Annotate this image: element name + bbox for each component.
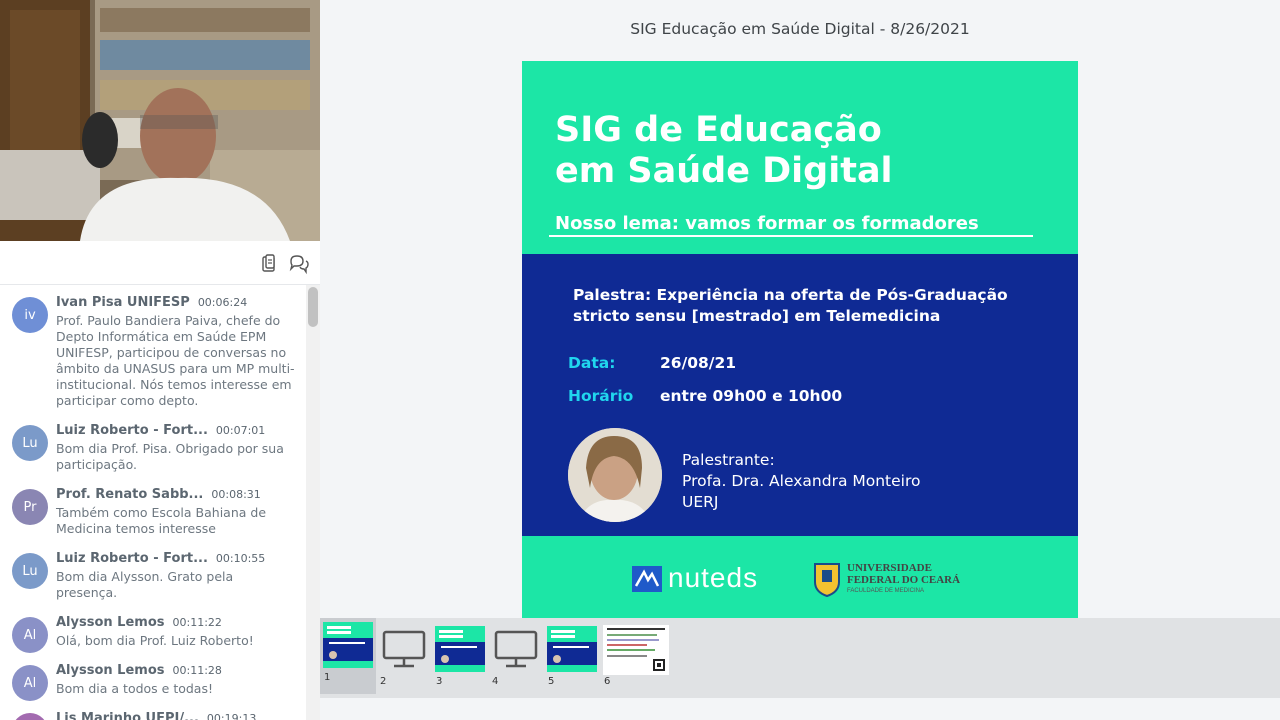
speaker-name: Profa. Dra. Alexandra Monteiro — [682, 472, 921, 490]
chat-timestamp: 00:19:13 — [206, 712, 257, 720]
chat-bubbles-icon[interactable] — [288, 253, 310, 275]
chat-message-header: Luiz Roberto - Fort... 00:10:55 — [56, 551, 298, 569]
chat-sender-name: Luiz Roberto - Fort... — [56, 551, 208, 566]
chat-sender-name: Alysson Lemos — [56, 663, 165, 678]
chat-message-text: Olá, bom dia Prof. Luiz Roberto! — [56, 633, 254, 648]
meeting-app: iv Ivan Pisa UNIFESP 00:06:24 Prof. Paulo B… — [0, 0, 1280, 720]
avatar: Pr — [12, 489, 48, 525]
slide-time-value: entre 09h00 e 10h00 — [660, 387, 843, 405]
chat-message-text: Bom dia Prof. Pisa. Obrigado por sua par… — [56, 441, 284, 472]
slide-palestra-line2: stricto sensu [mestrado] em Telemedicina — [573, 307, 941, 325]
slide-lema: Nosso lema: vamos formar os formadores — [549, 211, 1033, 237]
video-frame-image — [0, 0, 320, 241]
chat-sender-name: Ivan Pisa UNIFESP — [56, 295, 190, 310]
chat-message-text: Também como Escola Bahiana de Medicina t… — [56, 505, 267, 536]
participant-video[interactable] — [0, 0, 320, 241]
chat-message-header: Luiz Roberto - Fort... 00:07:01 — [56, 423, 298, 441]
slide-thumbnail-5[interactable]: 5 — [544, 622, 600, 687]
thumbnail-image — [603, 625, 669, 675]
slide-title-line1: SIG de Educação — [555, 110, 882, 150]
monitor-icon — [491, 626, 541, 672]
chat-message-text: Prof. Paulo Bandiera Paiva, chefe do Dep… — [56, 313, 295, 408]
chat-message-header: Prof. Renato Sabb... 00:08:31 — [56, 487, 298, 505]
slide-date-value: 26/08/21 — [660, 354, 737, 372]
avatar: Lu — [12, 425, 48, 461]
speaker-photo — [568, 428, 662, 522]
chat-message: Al Alysson Lemos 00:11:22 Olá, bom dia Prof… — [0, 605, 306, 653]
left-panel: iv Ivan Pisa UNIFESP 00:06:24 Prof. Paulo B… — [0, 0, 320, 720]
avatar: iv — [12, 297, 48, 333]
slide-time-label: Horário — [568, 387, 634, 405]
chat-message-header: Lis Marinho UFPI/... 00:19:13 — [56, 711, 298, 720]
avatar: Lu — [12, 553, 48, 589]
chat-timestamp: 00:10:55 — [215, 552, 266, 565]
slide-thumbnail-number: 1 — [324, 672, 331, 683]
monitor-icon — [379, 626, 429, 672]
presentation-slide: SIG de Educação em Saúde Digital Nosso l… — [522, 61, 1078, 618]
clipboard-icon[interactable] — [258, 253, 280, 275]
chat-message: Lu Luiz Roberto - Fort... 00:10:55 Bom dia … — [0, 541, 306, 605]
ufc-logo-line3: FACULDADE DE MEDICINA — [847, 588, 925, 594]
chat-message-list[interactable]: iv Ivan Pisa UNIFESP 00:06:24 Prof. Paulo B… — [0, 285, 306, 720]
chat-sender-name: Luiz Roberto - Fort... — [56, 423, 208, 438]
slide-thumbnail-number: 3 — [436, 676, 443, 687]
chat-timestamp: 00:06:24 — [197, 296, 248, 309]
ufc-logo-line2: FEDERAL DO CEARÁ — [847, 574, 961, 586]
chat-timestamp: 00:07:01 — [215, 424, 266, 437]
nuteds-logo-text: nuteds — [668, 562, 759, 593]
chat-message-header: Alysson Lemos 00:11:28 — [56, 663, 298, 681]
slide-thumbnail-1[interactable]: 1 — [320, 618, 376, 694]
thumbnail-image — [435, 626, 485, 672]
chat-message: Al Alysson Lemos 00:11:28 Bom dia a todos e… — [0, 653, 306, 701]
chat-sender-name: Alysson Lemos — [56, 615, 165, 630]
ufc-logo-line1: UNIVERSIDADE — [847, 562, 932, 574]
speaker-label: Palestrante: — [682, 451, 775, 469]
ufc-crest-icon — [812, 560, 842, 598]
chat-message: Li Lis Marinho UFPI/... 00:19:13 — [0, 701, 306, 720]
thumbnail-image — [547, 626, 597, 672]
thumbnail-image — [323, 622, 373, 668]
slide-thumbnail-4[interactable]: 4 — [488, 622, 544, 687]
slide-thumbnail-number: 2 — [380, 676, 387, 687]
slide-thumbnail-6[interactable]: 6 — [600, 622, 669, 687]
slide-footer-band: nuteds UNIVERSIDADE FEDERAL DO CEARÁ FAC… — [522, 536, 1078, 618]
slide-details-band: Palestra: Experiência na oferta de Pós-G… — [522, 254, 1078, 536]
chat-message-header: Ivan Pisa UNIFESP 00:06:24 — [56, 295, 298, 313]
slide-lema-text: Nosso lema: vamos formar os formadores — [555, 213, 979, 234]
slide-palestra-line1: Palestra: Experiência na oferta de Pós-G… — [573, 286, 1008, 304]
avatar: Li — [12, 713, 48, 720]
slide-date-label: Data: — [568, 354, 616, 372]
chat-message-header: Alysson Lemos 00:11:22 — [56, 615, 298, 633]
chat-sender-name: Lis Marinho UFPI/... — [56, 711, 199, 720]
presentation-title: SIG Educação em Saúde Digital - 8/26/202… — [630, 20, 970, 38]
chat-message: Lu Luiz Roberto - Fort... 00:07:01 Bom dia … — [0, 413, 306, 477]
chat-toolbar — [0, 241, 320, 285]
chat-message-text: Bom dia Alysson. Grato pela presença. — [56, 569, 234, 600]
chat-scrollbar-thumb[interactable] — [308, 287, 318, 327]
avatar: Al — [12, 665, 48, 701]
slide-thumbnail-number: 4 — [492, 676, 499, 687]
avatar: Al — [12, 617, 48, 653]
chat-timestamp: 00:11:28 — [172, 664, 222, 677]
slide-title-line2: em Saúde Digital — [555, 151, 893, 191]
speaker-institution: UERJ — [682, 493, 719, 511]
chat-timestamp: 00:11:22 — [172, 616, 222, 629]
chat-message-text: Bom dia a todos e todas! — [56, 681, 213, 696]
chat-message: Pr Prof. Renato Sabb... 00:08:31 Também com… — [0, 477, 306, 541]
slide-thumbnail-2[interactable]: 2 — [376, 622, 432, 687]
chat-timestamp: 00:08:31 — [211, 488, 261, 501]
slide-thumbnail-bar: 1 2 3 4 5 6 — [320, 618, 1280, 698]
slide-thumbnail-number: 5 — [548, 676, 555, 687]
nuteds-logo-mark — [632, 566, 662, 592]
chat-message: iv Ivan Pisa UNIFESP 00:06:24 Prof. Paulo B… — [0, 285, 306, 413]
slide-thumbnail-number: 6 — [604, 676, 611, 687]
chat-sender-name: Prof. Renato Sabb... — [56, 487, 204, 502]
chat-scrollbar[interactable] — [306, 285, 320, 720]
slide-header-band: SIG de Educação em Saúde Digital Nosso l… — [522, 61, 1078, 254]
slide-thumbnail-3[interactable]: 3 — [432, 622, 488, 687]
